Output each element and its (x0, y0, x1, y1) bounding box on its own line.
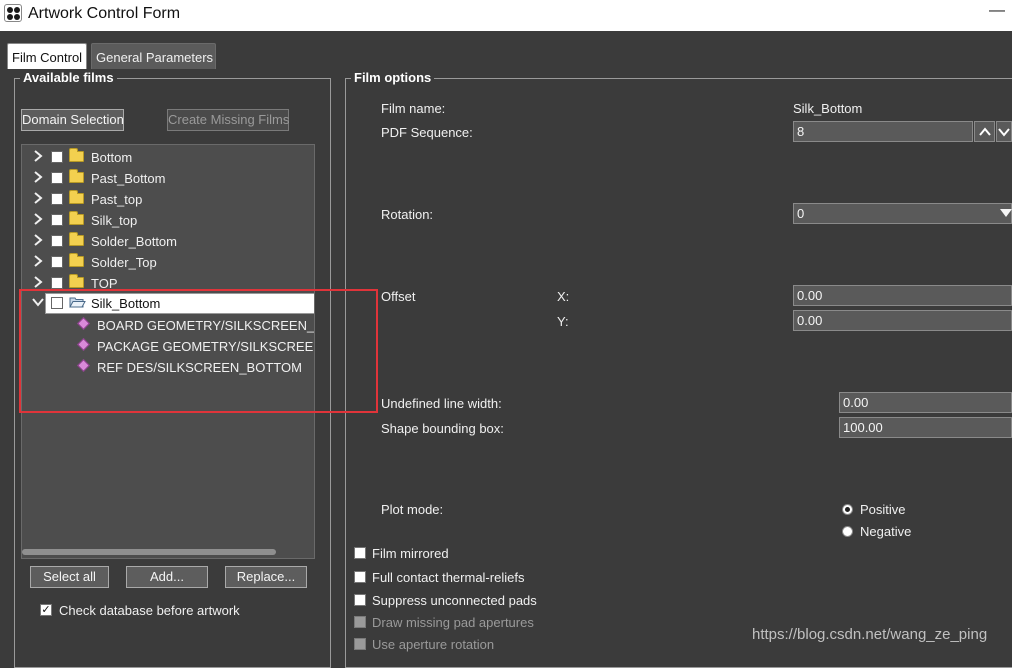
tree-item-label: Solder_Top (91, 255, 157, 270)
shape-bounding-box-label: Shape bounding box: (381, 421, 504, 436)
tree-item-label: Past_top (91, 192, 143, 207)
chevron-right-icon[interactable] (32, 233, 44, 247)
folder-icon (69, 274, 84, 288)
tree-item-label: Solder_Bottom (91, 234, 177, 249)
rotation-label: Rotation: (381, 207, 434, 222)
film-checkbox[interactable] (51, 151, 63, 163)
full-contact-thermal-reliefs-label: Full contact thermal-reliefs (372, 570, 525, 585)
select-all-button[interactable]: Select all (30, 566, 109, 588)
chevron-right-icon[interactable] (32, 254, 44, 268)
chevron-down-icon[interactable] (996, 121, 1012, 142)
tree-item-label: TOP (91, 276, 118, 291)
positive-radio[interactable] (842, 504, 853, 515)
chevron-right-icon[interactable] (32, 170, 44, 184)
shape-bounding-box-input[interactable]: 100.00 (839, 417, 1012, 438)
layer-icon (77, 338, 90, 351)
replace-button[interactable]: Replace... (225, 566, 307, 588)
film-mirrored-label: Film mirrored (372, 546, 449, 561)
undefined-line-width-input[interactable]: 0.00 (839, 392, 1012, 413)
chevron-right-icon[interactable] (32, 275, 44, 289)
film-checkbox[interactable] (51, 193, 63, 205)
folder-icon (69, 211, 84, 225)
film-checkbox[interactable] (51, 256, 63, 268)
tree-item-solder-bottom[interactable]: Solder_Bottom (22, 231, 314, 251)
pdf-sequence-label: PDF Sequence: (381, 125, 473, 140)
folder-icon (69, 190, 84, 204)
chevron-right-icon[interactable] (32, 149, 44, 163)
tree-item-silk-bottom[interactable]: Silk_Bottom (22, 293, 314, 314)
offset-x-input[interactable]: 0.00 (793, 285, 1012, 306)
horizontal-scrollbar[interactable] (22, 549, 276, 555)
check-database-label: Check database before artwork (59, 603, 240, 618)
draw-missing-pad-apertures-checkbox[interactable] (354, 616, 366, 628)
chevron-up-icon[interactable] (974, 121, 995, 142)
tab-film-control[interactable]: Film Control (7, 43, 87, 69)
add-button[interactable]: Add... (126, 566, 208, 588)
chevron-right-icon[interactable] (32, 191, 44, 205)
app-icon (4, 4, 22, 22)
minimize-button[interactable]: — (986, 3, 1008, 24)
check-database-checkbox[interactable]: ✓ (40, 604, 52, 616)
layer-label: BOARD GEOMETRY/SILKSCREEN_BOT (97, 318, 315, 333)
undefined-line-width-label: Undefined line width: (381, 396, 502, 411)
film-mirrored-checkbox[interactable] (354, 547, 366, 559)
film-checkbox[interactable] (51, 172, 63, 184)
chevron-right-icon[interactable] (32, 212, 44, 226)
window-title: Artwork Control Form (28, 5, 181, 22)
film-checkbox[interactable] (51, 277, 63, 289)
layer-icon (77, 359, 90, 372)
film-options-title: Film options (351, 70, 435, 85)
create-missing-films-button[interactable]: Create Missing Films (167, 109, 289, 131)
domain-selection-button[interactable]: Domain Selection (21, 109, 124, 131)
folder-open-icon (69, 297, 86, 308)
tree-item-bottom[interactable]: Bottom (22, 147, 314, 167)
offset-y-input[interactable]: 0.00 (793, 310, 1012, 331)
use-aperture-rotation-checkbox[interactable] (354, 638, 366, 650)
tree-item-past-top[interactable]: Past_top (22, 189, 314, 209)
use-aperture-rotation-label: Use aperture rotation (372, 637, 495, 652)
tree-item-label: Past_Bottom (91, 171, 166, 186)
offset-x-label: X: (557, 289, 570, 304)
film-tree[interactable]: Bottom Past_Bottom Past_top Silk_top Sol… (21, 144, 315, 559)
layer-icon (77, 317, 90, 330)
full-contact-thermal-reliefs-checkbox[interactable] (354, 571, 366, 583)
offset-y-label: Y: (557, 314, 569, 329)
film-checkbox[interactable] (51, 214, 63, 226)
folder-icon (69, 148, 84, 162)
film-checkbox[interactable] (51, 297, 63, 309)
folder-icon (69, 232, 84, 246)
folder-icon (69, 253, 84, 267)
film-name-label: Film name: (381, 101, 446, 116)
positive-label: Positive (860, 502, 906, 517)
tree-item-label: Silk_top (91, 213, 138, 228)
tree-item-label: Bottom (91, 150, 133, 165)
plot-mode-label: Plot mode: (381, 502, 444, 517)
layer-label: PACKAGE GEOMETRY/SILKSCREEN_BO (97, 339, 314, 354)
chevron-down-icon[interactable] (32, 295, 44, 309)
suppress-unconnected-pads-label: Suppress unconnected pads (372, 593, 537, 608)
layer-label: REF DES/SILKSCREEN_BOTTOM (97, 360, 302, 375)
tab-general-parameters[interactable]: General Parameters (91, 43, 216, 69)
tree-item-silk-top[interactable]: Silk_top (22, 210, 314, 230)
film-name-value: Silk_Bottom (793, 101, 863, 116)
title-bar: Artwork Control Form — (0, 0, 1012, 31)
suppress-unconnected-pads-checkbox[interactable] (354, 594, 366, 606)
negative-radio[interactable] (842, 526, 853, 537)
offset-label: Offset (381, 289, 416, 304)
tree-item-top[interactable]: TOP (22, 273, 314, 293)
tree-item-label: Silk_Bottom (91, 296, 161, 311)
available-films-title: Available films (20, 70, 117, 85)
film-checkbox[interactable] (51, 235, 63, 247)
watermark: https://blog.csdn.net/wang_ze_ping (752, 626, 988, 643)
draw-missing-pad-apertures-label: Draw missing pad apertures (372, 615, 534, 630)
tree-item-solder-top[interactable]: Solder_Top (22, 252, 314, 272)
tree-item-past-bottom[interactable]: Past_Bottom (22, 168, 314, 188)
folder-icon (69, 169, 84, 183)
dropdown-arrow-icon[interactable] (1000, 209, 1012, 218)
negative-label: Negative (860, 524, 912, 539)
pdf-sequence-input[interactable]: 8 (793, 121, 973, 142)
rotation-select[interactable]: 0 (793, 203, 1012, 224)
